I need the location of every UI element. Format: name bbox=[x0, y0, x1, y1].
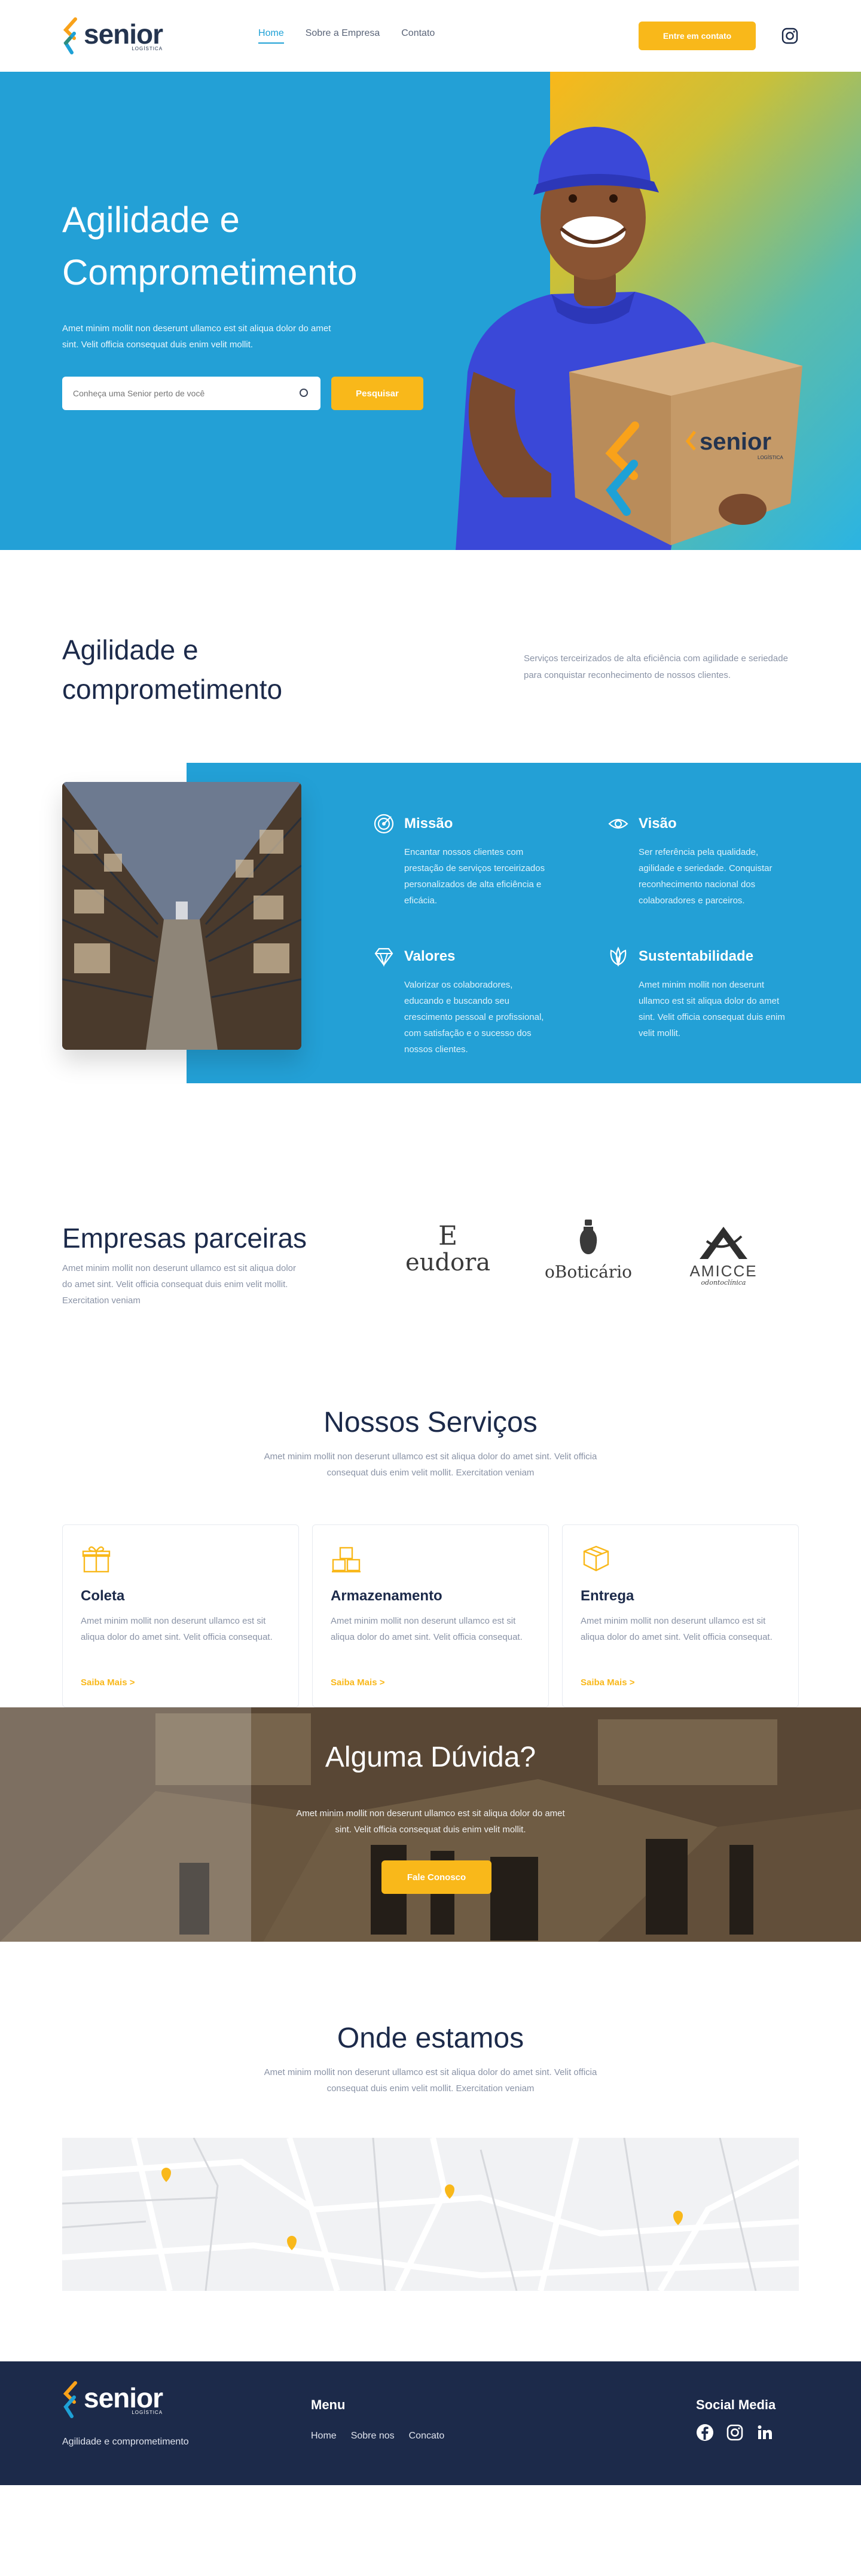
value-title: Valores bbox=[404, 948, 456, 964]
facebook-icon[interactable] bbox=[696, 2424, 714, 2441]
partner-logo-boticario: oBoticário bbox=[529, 1218, 648, 1282]
value-title: Sustentabilidade bbox=[639, 948, 754, 964]
location-map[interactable] bbox=[62, 2138, 799, 2291]
doubts-section: Alguma Dúvida? Amet minim mollit non des… bbox=[0, 1707, 861, 1942]
delivery-person-image: senior LOGÍSTICA bbox=[456, 127, 802, 550]
logo-wordmark: senior bbox=[84, 2382, 163, 2413]
footer-logo[interactable]: senior LOGÍSTICA bbox=[62, 2381, 163, 2419]
storage-boxes-icon bbox=[332, 1547, 361, 1573]
logo-subtitle: LOGÍSTICA bbox=[132, 46, 163, 51]
services-section: Nossos Serviços Amet minim mollit non de… bbox=[0, 1406, 861, 1707]
learn-more-link[interactable]: Saiba Mais > bbox=[81, 1677, 135, 1688]
value-title: Visão bbox=[639, 815, 677, 832]
instagram-icon[interactable] bbox=[726, 2424, 744, 2441]
footer-social-title: Social Media bbox=[696, 2397, 776, 2412]
search-input[interactable] bbox=[73, 389, 299, 398]
search-icon[interactable] bbox=[299, 388, 310, 399]
logo-mark-icon bbox=[63, 17, 77, 54]
footer-link-home[interactable]: Home bbox=[311, 2431, 337, 2441]
partners-title: Empresas parceiras bbox=[62, 1223, 307, 1254]
value-card-visao: Visão Ser referência pela qualidade, agi… bbox=[607, 813, 805, 909]
main-nav: Home Sobre a Empresa Contato bbox=[258, 28, 435, 44]
linkedin-icon[interactable] bbox=[756, 2424, 774, 2441]
hero-description: Amet minim mollit non deserunt ullamco e… bbox=[62, 323, 331, 350]
value-text: Encantar nossos clientes com prestação d… bbox=[404, 847, 545, 906]
partners-section: Empresas parceiras Amet minim mollit non… bbox=[0, 1122, 861, 1406]
instagram-icon[interactable] bbox=[781, 27, 799, 45]
site-footer: senior LOGÍSTICA Agilidade e comprometim… bbox=[0, 2361, 861, 2485]
about-title: Agilidade e comprometimento bbox=[62, 634, 283, 705]
about-description: Serviços terceirizados de alta eficiênci… bbox=[524, 653, 788, 680]
value-title: Missão bbox=[404, 815, 453, 832]
service-title: Coleta bbox=[81, 1588, 125, 1604]
location-section: Onde estamos Amet minim mollit non deser… bbox=[0, 1942, 861, 2361]
box-brand-text: senior bbox=[700, 429, 771, 455]
delivery-box-icon bbox=[583, 1545, 609, 1572]
mission-values-section: Missão Encantar nossos clientes com pres… bbox=[0, 763, 861, 1122]
learn-more-link[interactable]: Saiba Mais > bbox=[331, 1677, 384, 1688]
value-card-missao: Missão Encantar nossos clientes com pres… bbox=[373, 813, 570, 909]
service-text: Amet minim mollit non deserunt ullamco e… bbox=[581, 1616, 773, 1642]
footer-link-about[interactable]: Sobre nos bbox=[351, 2431, 395, 2441]
learn-more-link[interactable]: Saiba Mais > bbox=[581, 1677, 634, 1688]
footer-menu-title: Menu bbox=[311, 2397, 346, 2412]
gift-box-icon bbox=[82, 1546, 111, 1573]
doubts-description: Amet minim mollit non deserunt ullamco e… bbox=[296, 1808, 565, 1835]
eudora-wordmark: eudora bbox=[405, 1249, 491, 1276]
service-card-armazenamento: Armazenamento Amet minim mollit non dese… bbox=[312, 1524, 549, 1707]
contact-button[interactable]: Entre em contato bbox=[639, 22, 756, 50]
hero-title: Agilidade e Comprometimento bbox=[62, 200, 358, 292]
service-card-coleta: Coleta Amet minim mollit non deserunt ul… bbox=[62, 1524, 299, 1707]
target-icon bbox=[374, 814, 394, 834]
amicce-mark-icon bbox=[700, 1227, 747, 1259]
footer-link-contact[interactable]: Concato bbox=[409, 2431, 445, 2441]
boticario-wordmark: oBoticário bbox=[544, 1262, 633, 1282]
logo-wordmark: senior bbox=[84, 19, 163, 50]
service-text: Amet minim mollit non deserunt ullamco e… bbox=[331, 1616, 523, 1642]
search-button[interactable]: Pesquisar bbox=[331, 377, 423, 410]
location-description: Amet minim mollit non deserunt ullamco e… bbox=[264, 2067, 597, 2094]
footer-social-links bbox=[696, 2424, 774, 2441]
service-title: Armazenamento bbox=[331, 1588, 442, 1604]
diamond-icon bbox=[374, 948, 393, 967]
value-text: Valorizar os colaboradores, educando e b… bbox=[404, 980, 544, 1055]
site-header: senior LOGÍSTICA Home Sobre a Empresa Co… bbox=[0, 0, 861, 72]
partner-logo-eudora: E eudora bbox=[397, 1223, 499, 1276]
leaf-icon bbox=[610, 946, 627, 967]
logo-mark-icon bbox=[63, 2381, 77, 2418]
hero-section: Agilidade e Comprometimento Amet minim m… bbox=[0, 72, 861, 550]
doubts-title: Alguma Dúvida? bbox=[325, 1741, 536, 1773]
partners-description: Amet minim mollit non deserunt ullamco e… bbox=[62, 1263, 297, 1306]
service-card-entrega: Entrega Amet minim mollit non deserunt u… bbox=[562, 1524, 799, 1707]
value-card-sustentabilidade: Sustentabilidade Amet minim mollit non d… bbox=[607, 946, 805, 1041]
service-title: Entrega bbox=[581, 1588, 634, 1604]
value-card-valores: Valores Valorizar os colaboradores, educ… bbox=[373, 946, 570, 1058]
value-text: Ser referência pela qualidade, agilidade… bbox=[639, 847, 773, 906]
eye-icon bbox=[608, 818, 628, 829]
talk-to-us-button[interactable]: Fale Conosco bbox=[381, 1860, 491, 1894]
nav-contact[interactable]: Contato bbox=[401, 28, 435, 44]
service-text: Amet minim mollit non deserunt ullamco e… bbox=[81, 1616, 273, 1642]
nav-about[interactable]: Sobre a Empresa bbox=[306, 28, 380, 44]
boticario-bottle-icon bbox=[579, 1220, 597, 1254]
value-text: Amet minim mollit non deserunt ullamco e… bbox=[639, 980, 785, 1038]
services-title: Nossos Serviços bbox=[323, 1407, 538, 1438]
hero-search-box bbox=[62, 377, 320, 410]
partner-logo-amicce: AMICCE odontoclínica bbox=[676, 1224, 771, 1287]
footer-menu: Home Sobre nos Concato bbox=[311, 2431, 444, 2441]
eudora-mark: E bbox=[438, 1221, 458, 1251]
service-cards: Coleta Amet minim mollit non deserunt ul… bbox=[62, 1524, 799, 1707]
services-description: Amet minim mollit non deserunt ullamco e… bbox=[264, 1452, 597, 1478]
footer-tagline: Agilidade e comprometimento bbox=[62, 2437, 189, 2447]
warehouse-image bbox=[62, 782, 301, 1050]
location-title: Onde estamos bbox=[337, 2022, 524, 2054]
about-section: Agilidade e comprometimento Serviços ter… bbox=[0, 550, 861, 763]
amicce-wordmark: AMICCE bbox=[689, 1262, 758, 1280]
nav-home[interactable]: Home bbox=[258, 28, 284, 44]
box-brand-sub: LOGÍSTICA bbox=[758, 455, 783, 460]
logo-subtitle: LOGÍSTICA bbox=[132, 2410, 163, 2415]
brand-logo[interactable]: senior LOGÍSTICA bbox=[62, 17, 163, 55]
